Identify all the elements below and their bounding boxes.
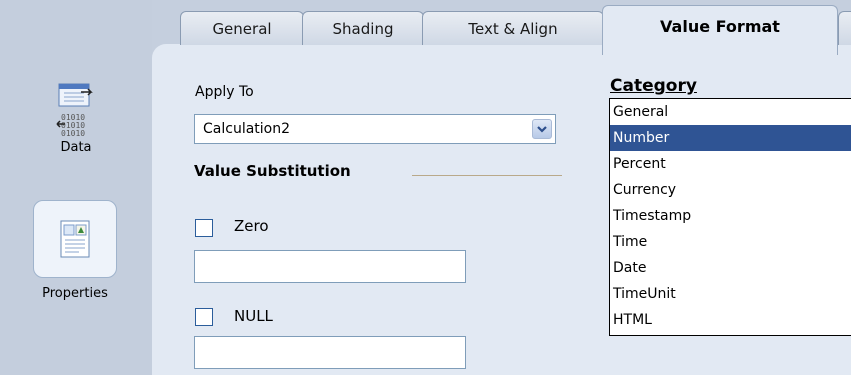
category-item-timeunit[interactable]: TimeUnit <box>610 281 851 307</box>
tab-text-align[interactable]: Text & Align <box>422 11 604 45</box>
category-item-currency[interactable]: Currency <box>610 177 851 203</box>
chevron-down-icon[interactable] <box>532 119 552 139</box>
sidebar: 01010 01010 01010 Data Properties <box>0 0 152 375</box>
tab-general[interactable]: General <box>180 11 304 45</box>
category-item-date[interactable]: Date <box>610 255 851 281</box>
category-item-general[interactable]: General <box>610 99 851 125</box>
properties-label: Properties <box>42 286 108 301</box>
data-label: Data <box>60 140 92 155</box>
tab-overflow-edge <box>838 11 851 45</box>
null-label: NULL <box>234 307 273 325</box>
apply-to-label: Apply To <box>195 84 254 100</box>
category-item-html[interactable]: HTML <box>610 307 851 333</box>
category-item-number[interactable]: Number <box>610 125 851 151</box>
null-checkbox[interactable] <box>195 308 213 326</box>
category-listbox[interactable]: General Number Percent Currency Timestam… <box>609 98 851 336</box>
null-substitution-input[interactable] <box>194 336 466 369</box>
value-substitution-title: Value Substitution <box>194 162 351 180</box>
section-divider <box>412 175 562 176</box>
zero-checkbox[interactable] <box>195 219 213 237</box>
tab-bar: General Shading Text & Align Value Forma… <box>152 0 851 55</box>
data-button[interactable]: 01010 01010 01010 Data <box>38 82 114 155</box>
properties-icon-box <box>33 200 117 278</box>
apply-to-value: Calculation2 <box>203 121 291 137</box>
zero-label: Zero <box>234 217 269 235</box>
apply-to-select[interactable]: Calculation2 <box>194 114 556 144</box>
svg-text:01010: 01010 <box>61 129 85 138</box>
tab-value-format[interactable]: Value Format <box>602 5 838 55</box>
tab-shading[interactable]: Shading <box>302 11 424 45</box>
category-title: Category <box>610 76 697 96</box>
properties-icon <box>60 220 90 258</box>
zero-substitution-input[interactable] <box>194 250 466 283</box>
category-item-timestamp[interactable]: Timestamp <box>610 203 851 229</box>
properties-button[interactable]: Properties <box>16 200 134 301</box>
category-item-time[interactable]: Time <box>610 229 851 255</box>
data-icon: 01010 01010 01010 <box>51 82 101 138</box>
category-item-percent[interactable]: Percent <box>610 151 851 177</box>
